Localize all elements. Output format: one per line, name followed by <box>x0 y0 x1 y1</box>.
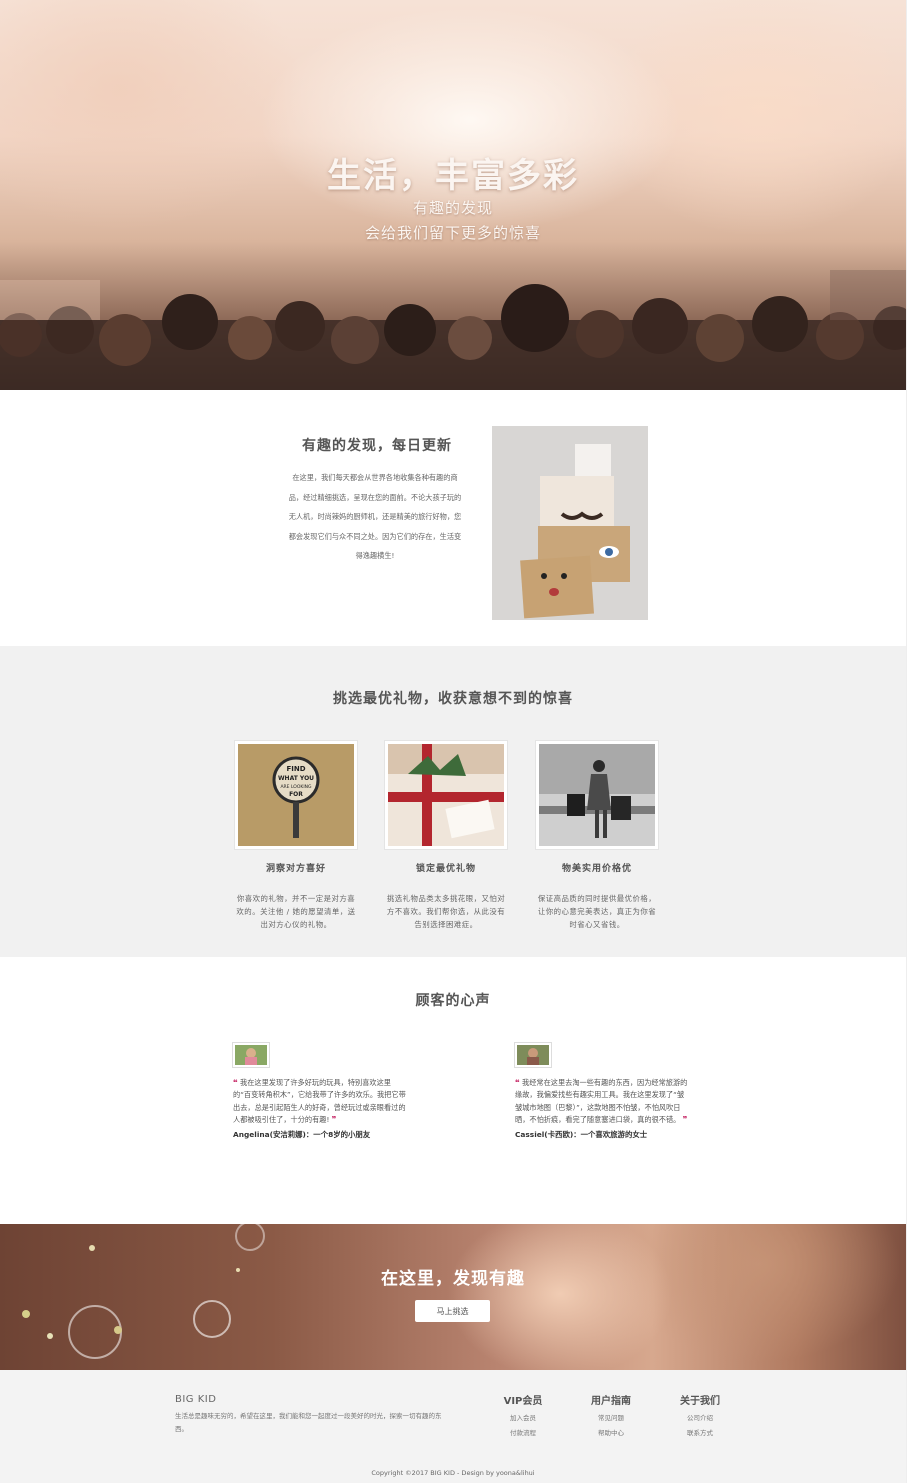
footer-column-title: 用户指南 <box>591 1396 631 1407</box>
quote-text: 我在这里发现了许多好玩的玩具，特别喜欢这里的“百变转角积木”，它给我带了许多的欢… <box>233 1078 406 1124</box>
scrollbar[interactable] <box>906 0 920 1483</box>
footer-brand-text: 生活总是趣味无穷的，希望在这里，我们能和您一起度过一段美好的时光，探索一切有趣的… <box>175 1412 442 1433</box>
footer-column-title: 关于我们 <box>680 1396 720 1407</box>
card-title: 物美实用价格优 <box>561 864 632 874</box>
avatar <box>515 1043 551 1067</box>
avatar <box>233 1043 269 1067</box>
testimonials-title: 顾客的心声 <box>415 993 491 1009</box>
hero-banner: 生活，丰富多彩 有趣的发现 会给我们留下更多的惊喜 <box>0 0 906 390</box>
footer-link[interactable]: 加入会员 <box>488 1412 558 1422</box>
bubbles-decoration <box>22 1224 265 1359</box>
hero-subtitle-2: 会给我们留下更多的惊喜 <box>364 224 541 242</box>
card-text: 挑选礼物品类太多挑花眼，又怕对方不喜欢。我们帮你选，从此没有告别选择困难症。 <box>386 894 506 929</box>
gifts-title: 挑选最优礼物，收获意想不到的惊喜 <box>333 691 573 707</box>
call-to-action-banner: 在这里，发现有趣 马上挑选 <box>0 1224 906 1370</box>
daily-title: 有趣的发现，每日更新 <box>302 438 452 454</box>
wrapped-gift-image <box>385 741 507 849</box>
gift-picks-section: 挑选最优礼物，收获意想不到的惊喜 FIND WHAT YOU ARE LOOKI… <box>0 646 906 957</box>
quote-text: 我经常在这里去淘一些有趣的东西，因为经常旅游的缘故，我偏爱找些有趣实用工具。我在… <box>515 1078 688 1124</box>
testimonial-quote: ❝ 我经常在这里去淘一些有趣的东西，因为经常旅游的缘故，我偏爱找些有趣实用工具。… <box>515 1077 690 1126</box>
daily-section: 有趣的发现，每日更新 在这里，我们每天都会从世界各地收集各种有趣的商品，经过精细… <box>0 390 906 646</box>
footer-column-vip: VIP会员 加入会员 付款流程 <box>488 1392 558 1437</box>
testimonials-section: 顾客的心声 ❝ 我在这里发现了许多好玩的玩具，特别喜欢这里的“百变转角积木”，它… <box>0 957 906 1224</box>
footer-link[interactable]: 付款流程 <box>488 1427 558 1437</box>
open-quote-icon: ❝ <box>233 1078 238 1087</box>
close-quote-icon: ❞ <box>682 1114 688 1124</box>
open-quote-icon: ❝ <box>515 1078 520 1087</box>
footer-column-about: 关于我们 公司介绍 联系方式 <box>665 1392 735 1437</box>
card-text: 你喜欢的礼物，并不一定是对方喜欢的。关注他 / 她的愿望清单，送出对方心仪的礼物… <box>236 894 356 929</box>
daily-description: 在这里，我们每天都会从世界各地收集各种有趣的商品，经过精细挑选，呈现在您的面前。… <box>288 473 462 560</box>
feature-card: 物美实用价格优 保证高品质的同时提供最优价格，让你的心意完美表达，真正为你省时省… <box>536 741 658 931</box>
footer: BIG KID 生活总是趣味无穷的，希望在这里，我们能和您一起度过一段美好的时光… <box>0 1370 906 1483</box>
footer-link[interactable]: 帮助中心 <box>576 1427 646 1437</box>
testimonial-author: Cassiel(卡西欧)：一个喜欢旅游的女士 <box>515 1130 648 1140</box>
shopping-woman-image <box>536 741 658 849</box>
magnifier-word-4: FOR <box>289 791 303 798</box>
card-title: 锁定最优礼物 <box>415 864 476 874</box>
magnifier-word-3: ARE LOOKING <box>280 784 312 790</box>
footer-column-title: VIP会员 <box>503 1396 543 1407</box>
footer-brand: BIG KID <box>175 1394 217 1405</box>
gift-boxes-image <box>492 426 648 620</box>
footer-column-guide: 用户指南 常见问题 帮助中心 <box>576 1392 646 1437</box>
magnifier-word-1: FIND <box>286 765 305 773</box>
shop-now-button[interactable]: 马上挑选 <box>415 1300 490 1322</box>
cta-title: 在这里，发现有趣 <box>381 1269 525 1289</box>
magnifier-image: FIND WHAT YOU ARE LOOKING FOR <box>235 741 357 849</box>
page: 生活，丰富多彩 有趣的发现 会给我们留下更多的惊喜 有趣的发现，每日更新 在这里… <box>0 0 906 1483</box>
magnifier-word-2: WHAT YOU <box>278 775 314 782</box>
hero-title: 生活，丰富多彩 <box>327 156 579 196</box>
testimonial-author: Angelina(安洁莉娜)：一个8岁的小朋友 <box>233 1130 371 1140</box>
feature-card: 锁定最优礼物 挑选礼物品类太多挑花眼，又怕对方不喜欢。我们帮你选，从此没有告别选… <box>385 741 507 931</box>
testimonial-quote: ❝ 我在这里发现了许多好玩的玩具，特别喜欢这里的“百变转角积木”，它给我带了许多… <box>233 1077 408 1126</box>
copyright: Copyright ©2017 BIG KID - Design by yoon… <box>371 1469 535 1477</box>
footer-link[interactable]: 联系方式 <box>665 1427 735 1437</box>
close-quote-icon: ❞ <box>331 1114 337 1124</box>
feature-card: FIND WHAT YOU ARE LOOKING FOR 洞察对方喜好 你喜欢… <box>235 741 357 931</box>
card-text: 保证高品质的同时提供最优价格，让你的心意完美表达，真正为你省时省心又省钱。 <box>537 894 657 929</box>
footer-link[interactable]: 公司介绍 <box>665 1412 735 1422</box>
hero-subtitle: 有趣的发现 <box>412 199 493 217</box>
card-title: 洞察对方喜好 <box>265 864 326 874</box>
footer-link[interactable]: 常见问题 <box>576 1412 646 1422</box>
testimonial: ❝ 我在这里发现了许多好玩的玩具，特别喜欢这里的“百变转角积木”，它给我带了许多… <box>233 1043 408 1140</box>
concert-crowd-image <box>0 270 906 390</box>
testimonial: ❝ 我经常在这里去淘一些有趣的东西，因为经常旅游的缘故，我偏爱找些有趣实用工具。… <box>515 1043 690 1140</box>
